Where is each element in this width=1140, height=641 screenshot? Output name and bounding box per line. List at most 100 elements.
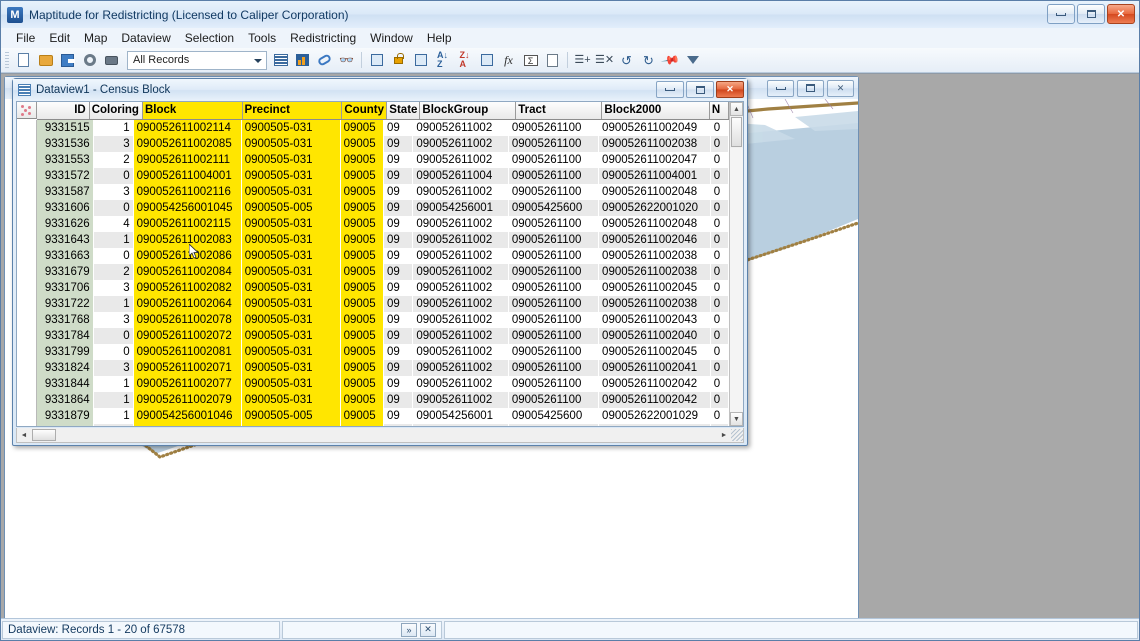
cell-state[interactable]: 09: [383, 184, 412, 200]
cell-next[interactable]: 0: [710, 328, 728, 344]
cell-precinct[interactable]: 0900505-031: [241, 168, 340, 184]
table-row[interactable]: 933187910900542560010460900505-005090050…: [37, 408, 729, 424]
vertical-scroll-track[interactable]: [730, 148, 743, 412]
cell-blockgroup[interactable]: 090052611002: [413, 392, 509, 408]
cell-tract[interactable]: 09005261100: [508, 264, 598, 280]
cell-block2000[interactable]: 090052611002047: [599, 152, 711, 168]
map-minimize-button[interactable]: [767, 80, 794, 97]
cell-precinct[interactable]: 0900505-031: [241, 360, 340, 376]
cell-state[interactable]: 09: [383, 376, 412, 392]
close-button[interactable]: ✕: [1107, 4, 1135, 24]
cell-block2000[interactable]: 090052611002038: [599, 248, 711, 264]
cell-coloring[interactable]: 0: [93, 168, 133, 184]
cell-coloring[interactable]: 2: [93, 152, 133, 168]
cell-block2000[interactable]: 090052622001021: [599, 424, 711, 427]
table-row[interactable]: 933166300900526110020860900505-031090050…: [37, 248, 729, 264]
resize-grip[interactable]: [731, 429, 743, 441]
cell-coloring[interactable]: 3: [93, 136, 133, 152]
cell-blockgroup[interactable]: 090054256001: [413, 408, 509, 424]
cell-precinct[interactable]: 0900505-031: [241, 184, 340, 200]
cell-precinct[interactable]: 0900505-031: [241, 232, 340, 248]
cell-block[interactable]: 090052611002064: [133, 296, 241, 312]
cell-blockgroup[interactable]: 090052611002: [413, 264, 509, 280]
cell-next[interactable]: 0: [710, 232, 728, 248]
cell-id[interactable]: 9331515: [37, 120, 93, 136]
cell-next[interactable]: 0: [710, 280, 728, 296]
cell-block[interactable]: 090052611002116: [133, 184, 241, 200]
grid-row-headers[interactable]: [17, 120, 37, 427]
vertical-scrollbar[interactable]: ▲ ▼: [729, 102, 743, 426]
cell-county[interactable]: 09005: [340, 376, 383, 392]
table-row[interactable]: 933157200900526110040010900505-031090050…: [37, 168, 729, 184]
lock-button[interactable]: [388, 50, 409, 71]
scroll-left-button[interactable]: ◄: [17, 429, 31, 442]
cell-state[interactable]: 09: [383, 152, 412, 168]
print-button[interactable]: [101, 50, 122, 71]
table-row[interactable]: 933190020900542560010400900505-005090050…: [37, 424, 729, 427]
cell-block[interactable]: 090052611002085: [133, 136, 241, 152]
cell-blockgroup[interactable]: 090052611002: [413, 312, 509, 328]
cell-blockgroup[interactable]: 090052611002: [413, 328, 509, 344]
cell-block[interactable]: 090052611002084: [133, 264, 241, 280]
link-button[interactable]: [314, 50, 335, 71]
cell-precinct[interactable]: 0900505-031: [241, 248, 340, 264]
cell-next[interactable]: 0: [710, 296, 728, 312]
cell-id[interactable]: 9331722: [37, 296, 93, 312]
cell-state[interactable]: 09: [383, 360, 412, 376]
cell-tract[interactable]: 09005261100: [508, 312, 598, 328]
toolbar-grip[interactable]: [5, 52, 9, 69]
cell-coloring[interactable]: 2: [93, 264, 133, 280]
cell-id[interactable]: 9331587: [37, 184, 93, 200]
cell-coloring[interactable]: 3: [93, 184, 133, 200]
menu-redistricting[interactable]: Redistricting: [283, 29, 363, 47]
cell-block[interactable]: 090052611002077: [133, 376, 241, 392]
cell-id[interactable]: 9331799: [37, 344, 93, 360]
cell-coloring[interactable]: 3: [93, 312, 133, 328]
cell-id[interactable]: 9331679: [37, 264, 93, 280]
cell-precinct[interactable]: 0900505-005: [241, 408, 340, 424]
menu-selection[interactable]: Selection: [178, 29, 241, 47]
cell-coloring[interactable]: 1: [93, 376, 133, 392]
table-row[interactable]: 933158730900526110021160900505-031090050…: [37, 184, 729, 200]
cell-coloring[interactable]: 1: [93, 232, 133, 248]
cell-precinct[interactable]: 0900505-031: [241, 152, 340, 168]
vertical-scroll-thumb[interactable]: [731, 117, 742, 147]
cell-blockgroup[interactable]: 090052611002: [413, 248, 509, 264]
dataview-close-button[interactable]: ✕: [716, 81, 744, 98]
cell-tract[interactable]: 09005261100: [508, 136, 598, 152]
cell-block2000[interactable]: 090052611002045: [599, 344, 711, 360]
cell-precinct[interactable]: 0900505-031: [241, 136, 340, 152]
undo-button[interactable]: ↺: [616, 50, 637, 71]
new-file-button[interactable]: [13, 50, 34, 71]
cell-block[interactable]: 090052611004001: [133, 168, 241, 184]
cell-coloring[interactable]: 1: [93, 296, 133, 312]
cell-block2000[interactable]: 090052611002046: [599, 232, 711, 248]
cell-county[interactable]: 09005: [340, 408, 383, 424]
deselect-button[interactable]: [476, 50, 497, 71]
cell-blockgroup[interactable]: 090052611002: [413, 232, 509, 248]
cell-block2000[interactable]: 090052611002042: [599, 392, 711, 408]
cell-precinct[interactable]: 0900505-005: [241, 200, 340, 216]
cell-blockgroup[interactable]: 090052611002: [413, 136, 509, 152]
cell-precinct[interactable]: 0900505-005: [241, 424, 340, 427]
cell-blockgroup[interactable]: 090054256001: [413, 424, 509, 427]
cell-county[interactable]: 09005: [340, 136, 383, 152]
cell-id[interactable]: 9331706: [37, 280, 93, 296]
column-header-tract[interactable]: Tract: [516, 102, 602, 119]
column-header-state[interactable]: State: [387, 102, 420, 119]
cell-block[interactable]: 090052611002086: [133, 248, 241, 264]
cell-next[interactable]: 0: [710, 392, 728, 408]
menu-edit[interactable]: Edit: [42, 29, 77, 47]
edit-note-button[interactable]: [542, 50, 563, 71]
table-row[interactable]: 933170630900526110020820900505-031090050…: [37, 280, 729, 296]
table-row[interactable]: 933176830900526110020780900505-031090050…: [37, 312, 729, 328]
cell-tract[interactable]: 09005261100: [508, 184, 598, 200]
cell-county[interactable]: 09005: [340, 328, 383, 344]
grid-data-table[interactable]: 933151510900526110021140900505-031090050…: [37, 120, 729, 427]
table-row[interactable]: 933164310900526110020830900505-031090050…: [37, 232, 729, 248]
cell-block[interactable]: 090054256001040: [133, 424, 241, 427]
cell-next[interactable]: 0: [710, 184, 728, 200]
cell-blockgroup[interactable]: 090052611002: [413, 152, 509, 168]
cell-id[interactable]: 9331844: [37, 376, 93, 392]
cell-tract[interactable]: 09005261100: [508, 168, 598, 184]
